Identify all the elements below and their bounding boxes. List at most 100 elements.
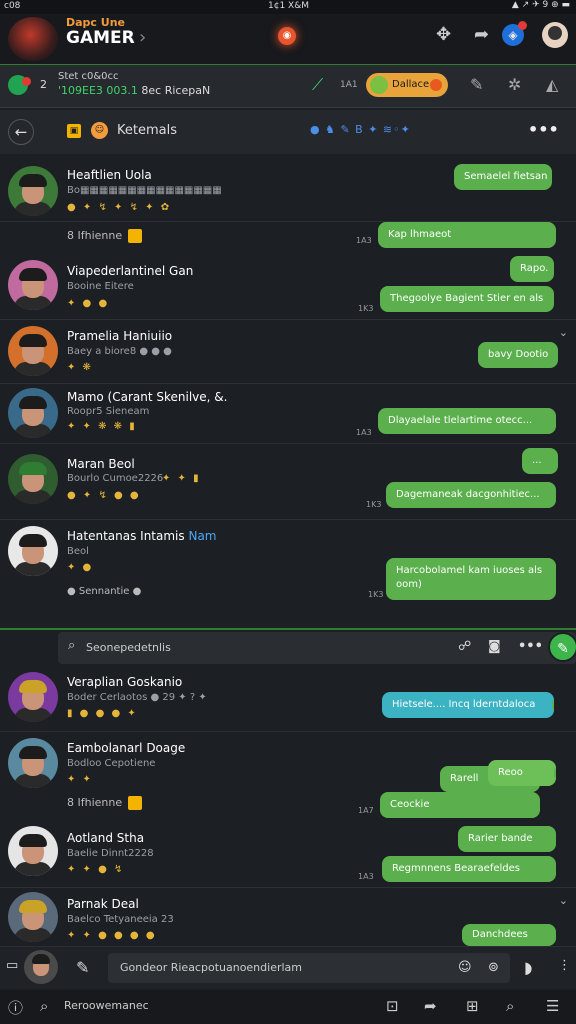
message-bubble[interactable]: Rarier bande xyxy=(458,826,556,852)
live-icon[interactable]: ◉ xyxy=(278,27,296,45)
status-pill[interactable]: Dallace xyxy=(366,73,448,97)
menu-icon[interactable]: ☰ xyxy=(546,997,559,1015)
back-icon[interactable]: ← xyxy=(8,119,34,145)
compass-icon[interactable]: ◭ xyxy=(546,75,558,94)
voice-icon[interactable]: ◗ xyxy=(524,958,532,977)
list-item[interactable]: Veraplian Goskanio Boder Cerlaotos ● 29 … xyxy=(0,666,576,732)
contact-status: ● Sennantie ● xyxy=(67,586,142,597)
translate-icon[interactable]: ⊡ xyxy=(386,997,399,1015)
brand-name[interactable]: GAMER xyxy=(66,28,135,48)
folder-icon[interactable]: ⊞ xyxy=(466,997,479,1015)
list-item[interactable]: Parnak Deal Baelco Tetyaneeia 23 ✦ ✦ ● ●… xyxy=(0,888,576,946)
gamepad-icon[interactable]: ✥ xyxy=(436,24,451,45)
users-icon[interactable]: ☍ xyxy=(458,639,471,654)
chevron-right-icon[interactable]: › xyxy=(139,27,146,48)
status-time: 1¢1 X&M xyxy=(268,1,309,11)
message-bubble[interactable]: Danchdees xyxy=(462,924,556,946)
more-icon[interactable]: ••• xyxy=(518,639,543,654)
message-input-placeholder: Gondeor Rieacpotuanoendierlam xyxy=(120,961,302,974)
channel-header: ← ▣ ☺ Ketemals ● ♞ ✎ B ✦ ≋◦✦ ••• xyxy=(0,110,576,154)
contact-sub: Bo▦▦▦▦▦▦▦▦▦▦▦▦▦▦▦ xyxy=(67,185,222,196)
message-input[interactable]: Gondeor Rieacpotuanoendierlam ☺ ⊚ xyxy=(108,953,510,983)
info-icon[interactable]: ⓘ xyxy=(8,997,23,1018)
contact-emojis: ✦ ✦ ● ↯ xyxy=(67,864,125,875)
list-item[interactable]: Eambolanarl Doage Bodloo Cepotiene ✦ ✦ R… xyxy=(0,732,576,822)
chat-icon[interactable]: ◙ xyxy=(488,639,501,654)
contact-name: Parnak Deal xyxy=(67,897,139,911)
message-time: 1A3 xyxy=(356,428,372,437)
chevron-down-icon[interactable]: ⌄ xyxy=(559,894,568,907)
contact-sub: Bourlo Cumoe2226 xyxy=(67,473,164,484)
share-icon[interactable]: ➦ xyxy=(474,24,489,45)
list-item[interactable]: Heaftlien Uola Bo▦▦▦▦▦▦▦▦▦▦▦▦▦▦▦ ● ✦ ↯ ✦… xyxy=(0,156,576,222)
list-item[interactable]: Hatentanas Intamis Nam Beol ✦ ● ● Sennan… xyxy=(0,520,576,626)
activity-line2: '109EE3 003.1 8ec RicepaN xyxy=(58,84,211,97)
message-bubble[interactable]: Ceockie xyxy=(380,792,540,818)
attach-icon[interactable]: ⊚ xyxy=(488,960,499,975)
list-item[interactable]: Mamo (Carant Skenilve, &. Roopr5 Sieneam… xyxy=(0,384,576,444)
list-item[interactable]: Aotland Stha Baelie Dinnt2228 ✦ ✦ ● ↯ Ra… xyxy=(0,822,576,888)
contact-name: Mamo (Carant Skenilve, &. xyxy=(67,390,228,404)
contact-name: Pramelia Haniuiio xyxy=(67,329,173,343)
status-bar: ᴄ08 1¢1 X&M ▲ ↗ ✈ 9 ⊕ ▬ xyxy=(0,0,576,14)
message-bubble[interactable]: Dlayaelale tlelartime otecc... xyxy=(378,408,556,434)
contact-emojis: ✦ ❋ xyxy=(67,362,93,373)
avatar xyxy=(8,672,58,722)
message-time: 1K3 xyxy=(366,500,382,509)
message-time: 1A7 xyxy=(358,806,374,815)
list-item[interactable]: Viapederlantinel Gan Booine Eitere ✦ ● ●… xyxy=(0,252,576,320)
message-bubble[interactable]: Rapo. xyxy=(510,256,554,282)
user-avatar[interactable] xyxy=(542,22,568,48)
message-bubble[interactable]: Harcobolamel kam iuoses als oom) xyxy=(386,558,556,600)
message-bubble[interactable]: Dagemaneak dacgonhitiec... xyxy=(386,482,556,508)
chevron-down-icon[interactable]: ⌄ xyxy=(559,326,568,339)
list-item[interactable]: Maran Beol Bourlo Cumoe2226 ✦ ✦ ▮ ● ✦ ↯ … xyxy=(0,444,576,520)
mic-icon[interactable]: ✎ xyxy=(470,75,483,94)
message-time: 1K3 xyxy=(358,304,374,313)
contact-emojis: ● ✦ ↯ ✦ ↯ ✦ ✿ xyxy=(67,202,172,213)
wand-icon[interactable]: ⟋ xyxy=(312,75,323,95)
message-bubble[interactable]: Reoo xyxy=(488,760,556,786)
channel-emojis: ● ♞ ✎ B ✦ ≋◦✦ xyxy=(310,123,411,136)
contact-emojis: ✦ ✦ ● ● ● ● xyxy=(67,930,157,941)
activity-bar: 2 Stet ᴄ0&0cc '109EE3 003.1 8ec RicepaN … xyxy=(0,64,576,108)
contact-sub: Baey a biore8 ● ● ● xyxy=(67,346,172,357)
composer: ▭ ✎ Gondeor Rieacpotuanoendierlam ☺ ⊚ ◗ … xyxy=(0,946,576,988)
bookmark-icon[interactable]: ▭ xyxy=(6,958,18,973)
phone-icon[interactable] xyxy=(8,75,31,95)
notifications-icon[interactable]: ◈ xyxy=(502,21,527,46)
message-bubble[interactable]: ... xyxy=(522,448,558,474)
message-bubble[interactable]: Regmnnens Bearaefeldes xyxy=(382,856,556,882)
list-item[interactable]: Pramelia Haniuiio Baey a biore8 ● ● ● ✦ … xyxy=(0,320,576,384)
message-bubble[interactable]: bavy Dootio xyxy=(478,342,558,368)
loader-icon[interactable]: ✲ xyxy=(508,75,521,94)
message-bubble[interactable]: Hietsele.... Incq lderntdaloca xyxy=(382,692,554,718)
contact-emojis: ✦ ✦ xyxy=(67,774,93,785)
search-icon[interactable]: ⌕ xyxy=(506,997,514,1015)
contact-emojis: ▮ ● ● ● ✦ xyxy=(67,708,138,719)
avatar xyxy=(8,166,58,216)
avatar xyxy=(8,526,58,576)
flag-icon xyxy=(128,229,143,243)
message-time: 1A3 xyxy=(358,872,374,881)
search-icon[interactable]: ⌕ xyxy=(40,997,48,1015)
kebab-menu-icon[interactable]: ⋮ xyxy=(558,958,571,973)
pen-icon[interactable]: ✎ xyxy=(76,958,89,977)
message-bubble[interactable]: Kap lhmaeot xyxy=(378,222,556,248)
share-icon[interactable]: ➦ xyxy=(424,997,437,1015)
search-input[interactable]: Seonepedetnlis xyxy=(86,641,171,654)
contact-emojis: ● ✦ ↯ ● ● xyxy=(67,490,141,501)
contact-sub: Bodloo Cepotiene xyxy=(67,758,156,769)
compose-button[interactable]: ✎ xyxy=(548,632,576,662)
app-logo[interactable] xyxy=(8,17,58,61)
search-bar[interactable]: ⌕ Seonepedetnlis ☍ ◙ ••• xyxy=(58,632,576,664)
message-bubble[interactable]: Thegoolye Bagient Stier en als xyxy=(380,286,554,312)
avatar xyxy=(8,454,58,504)
list-item[interactable]: 8 Ifhienne 1A3 Kap lhmaeot xyxy=(0,222,576,252)
message-bubble[interactable]: Semaelel fietsan xyxy=(454,164,552,190)
activity-stat: 1A1 xyxy=(340,80,358,90)
contact-name: Hatentanas Intamis Nam xyxy=(67,529,217,543)
emoji-icon[interactable]: ☺ xyxy=(458,960,472,975)
composer-avatar[interactable] xyxy=(24,950,58,984)
more-menu-icon[interactable]: ••• xyxy=(528,120,559,139)
